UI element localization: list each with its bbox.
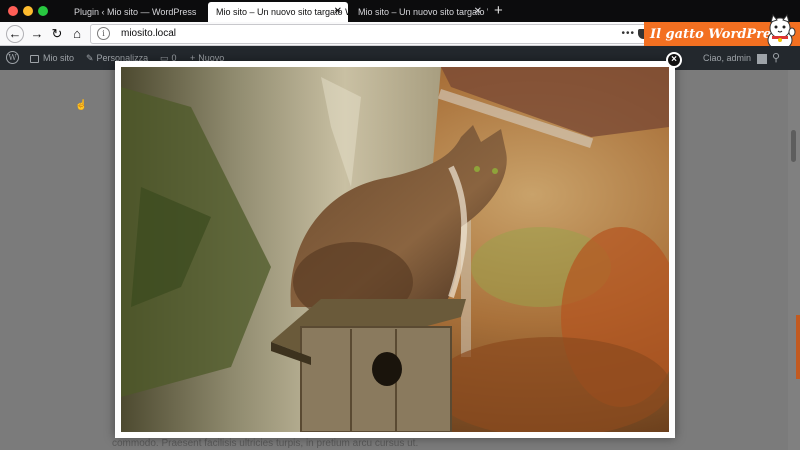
new-tab-button[interactable]: + [494,1,503,21]
site-name-label: Mio sito [43,53,75,63]
tab-label: Plugin ‹ Mio sito — WordPress [74,7,197,17]
tab-mio-sito[interactable]: Mio sito – Un nuovo sito targato Wo ✕ [350,2,488,22]
close-icon[interactable]: × [666,52,682,68]
home-icon[interactable]: ⌂ [68,25,86,43]
reload-icon[interactable]: ↻ [48,25,66,43]
browser-tab-strip: Plugin ‹ Mio sito — WordPress Mio sito –… [0,0,800,22]
scrollbar-thumb[interactable] [791,130,796,162]
adminbar-site-item[interactable]: Mio sito [30,46,74,70]
tab-close-icon[interactable]: ✕ [334,2,342,22]
window-zoom-button[interactable] [38,6,48,16]
tab-mio-sito-active[interactable]: Mio sito – Un nuovo sito targato Wo ✕ [208,2,348,22]
greeting-label: Ciao, admin [703,53,752,63]
lightbox-frame [115,61,675,438]
address-bar[interactable]: i miosito.local ••• [90,24,650,44]
adminbar-account-item[interactable]: Ciao, admin [703,46,767,70]
window-minimize-button[interactable] [23,6,33,16]
lightbox-image[interactable] [121,67,669,432]
page-paragraph: commodo. Praesent facilisis ultricies tu… [112,438,419,449]
tab-label: Mio sito – Un nuovo sito targato Wo [358,7,488,17]
tab-plugin[interactable]: Plugin ‹ Mio sito — WordPress [66,2,206,22]
tab-label: Mio sito – Un nuovo sito targato Wo [216,7,348,17]
avatar-icon [756,53,767,64]
cat-photo [121,67,669,432]
more-actions-icon[interactable]: ••• [621,25,635,43]
cursor-icon: ☝ [75,100,88,111]
url-text[interactable]: miosito.local [121,25,176,43]
window-close-button[interactable] [8,6,18,16]
side-tab-edge [796,315,800,379]
info-icon[interactable]: i [97,27,110,40]
tab-close-icon[interactable]: ✕ [474,2,482,22]
paintbrush-icon: ✎ [86,53,94,63]
wordpress-logo-icon[interactable]: W [6,51,19,64]
search-icon[interactable]: ⚲ [772,46,780,70]
back-arrow-icon[interactable]: ← [6,25,24,43]
home-icon [30,54,39,63]
scrollbar-track[interactable] [788,70,800,450]
forward-arrow-icon[interactable]: → [28,25,46,43]
